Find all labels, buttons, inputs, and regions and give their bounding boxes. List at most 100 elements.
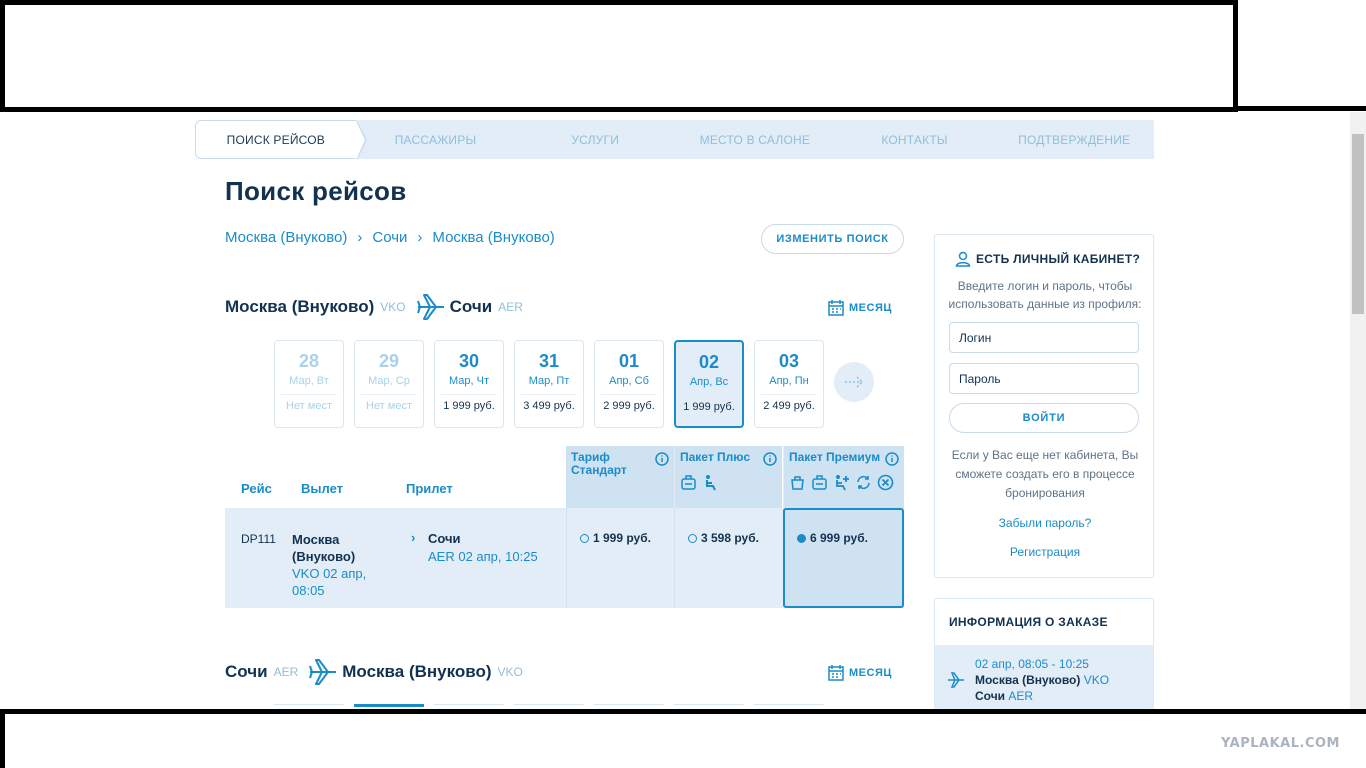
date-price: Нет мест [365, 400, 412, 412]
step-label: МЕСТО В САЛОНЕ [699, 132, 811, 147]
date-day: Апр, Вс [689, 376, 729, 388]
step-services[interactable]: УСЛУГИ [515, 120, 676, 159]
col-flight: Рейс [241, 481, 272, 496]
calendar-icon [828, 300, 844, 316]
tariff-name: Тариф Стандарт [571, 450, 627, 477]
next-dates-button[interactable] [834, 362, 874, 402]
radio-button[interactable] [580, 534, 589, 544]
route-from[interactable]: Москва (Внуково) [225, 229, 347, 246]
step-label: КОНТАКТЫ [881, 132, 948, 147]
order-info-panel: ИНФОРМАЦИЯ О ЗАКАЗЕ 02 апр, 08:05 - 10:2… [934, 598, 1154, 710]
step-confirmation[interactable]: ПОДТВЕРЖДЕНИЕ [994, 120, 1155, 159]
order-from: Москва (Внуково) VKO [975, 673, 1109, 687]
plane-icon [416, 294, 444, 320]
date-day: Мар, Вт [289, 375, 329, 387]
date-card[interactable]: 31 Мар, Пт 3 499 руб. [514, 340, 584, 428]
date-price: 2 499 руб. [763, 400, 815, 412]
leg-outbound-header: Москва (Внуково) VKO Сочи AER [225, 292, 529, 322]
plane-icon [948, 672, 964, 688]
date-price: 2 999 руб. [603, 400, 655, 412]
price-standard[interactable]: 1 999 руб. [566, 508, 674, 608]
step-contacts[interactable]: КОНТАКТЫ [834, 120, 995, 159]
redaction-line [1238, 106, 1366, 111]
date-price: 1 999 руб. [443, 400, 495, 412]
month-link[interactable]: МЕСЯЦ [828, 665, 892, 681]
date-card-selected[interactable]: 02 Апр, Вс 1 999 руб. [674, 340, 744, 428]
change-search-button[interactable]: ИЗМЕНИТЬ ПОИСК [761, 224, 904, 254]
date-card[interactable]: 30 Мар, Чт 1 999 руб. [434, 340, 504, 428]
route-via[interactable]: Сочи [372, 229, 407, 246]
leg-return-header: Сочи AER Москва (Внуково) VKO [225, 657, 529, 687]
date-number: 30 [458, 351, 480, 371]
login-button[interactable]: ВОЙТИ [949, 403, 1139, 433]
date-day: Мар, Пт [528, 375, 570, 387]
radio-button-selected[interactable] [797, 534, 806, 544]
col-arrive: Прилет [406, 481, 453, 496]
info-icon[interactable] [655, 452, 669, 466]
price-value: 6 999 руб. [810, 531, 868, 545]
leg-to: Сочи [449, 297, 493, 316]
login-field[interactable] [949, 322, 1139, 353]
step-search[interactable]: ПОИСК РЕЙСОВ [195, 120, 367, 160]
scroll-thumb[interactable] [1352, 134, 1364, 314]
register-link[interactable]: Регистрация [935, 545, 1155, 559]
order-time: 02 апр, 08:05 - 10:25 [975, 657, 1089, 671]
step-label: УСЛУГИ [571, 132, 620, 147]
refresh-icon [857, 475, 870, 490]
login-description: Введите логин и пароль, чтобы использова… [948, 279, 1142, 311]
leg-to-code: VKO [497, 665, 523, 679]
redaction-box-top [0, 0, 1238, 112]
scrollbar[interactable] [1350, 112, 1366, 709]
login-note: Если у Вас еще нет кабинета, Вы сможете … [951, 448, 1139, 500]
baggage-icon [812, 475, 827, 490]
date-card[interactable]: 29 Мар, Ср Нет мест [354, 340, 424, 428]
flights-table-header: Рейс Вылет Прилет Тариф Стандарт Пакет П… [225, 446, 904, 508]
seat-icon [706, 475, 716, 491]
info-icon[interactable] [885, 452, 899, 466]
leg-from: Сочи [225, 662, 268, 681]
tariff-plus: Пакет Плюс [674, 446, 782, 508]
login-title: ЕСТЬ ЛИЧНЫЙ КАБИНЕТ? [955, 251, 1140, 267]
order-to: Сочи AER [975, 689, 1033, 703]
price-plus[interactable]: 3 598 руб. [674, 508, 782, 608]
leg-from-code: AER [273, 665, 299, 679]
info-icon[interactable] [763, 452, 777, 466]
step-passengers[interactable]: ПАССАЖИРЫ [355, 120, 516, 159]
forgot-password-link[interactable]: Забыли пароль? [935, 516, 1155, 530]
login-panel: ЕСТЬ ЛИЧНЫЙ КАБИНЕТ? Введите логин и пар… [934, 234, 1154, 578]
step-label: ПАССАЖИРЫ [394, 132, 477, 147]
arrival-city: Сочи [428, 531, 461, 546]
leg-to: Москва (Внуково) [342, 662, 492, 681]
order-from-city: Москва (Внуково) [975, 673, 1081, 687]
leg-from: Москва (Внуково) [225, 297, 375, 316]
month-label: МЕСЯЦ [849, 667, 892, 679]
date-day: Апр, Пн [769, 375, 809, 387]
route-to[interactable]: Москва (Внуково) [432, 229, 554, 246]
flight-number: DP111 [241, 532, 276, 546]
password-field[interactable] [949, 363, 1139, 394]
date-card[interactable]: 01 Апр, Сб 2 999 руб. [594, 340, 664, 428]
tariff-standard: Тариф Стандарт [566, 446, 674, 508]
step-label: ПОИСК РЕЙСОВ [226, 132, 326, 147]
date-price: Нет мест [285, 400, 332, 412]
step-label: ПОДТВЕРЖДЕНИЕ [1018, 132, 1131, 147]
arrival-detail: AER 02 апр, 10:25 [428, 549, 538, 564]
radio-button[interactable] [688, 534, 697, 544]
price-value: 1 999 руб. [593, 531, 651, 545]
tariff-premium: Пакет Премиум [783, 446, 904, 508]
month-link[interactable]: МЕСЯЦ [828, 300, 892, 316]
date-card[interactable]: 28 Мар, Вт Нет мест [274, 340, 344, 428]
price-premium-selected[interactable]: 6 999 руб. [783, 508, 904, 608]
step-seat[interactable]: МЕСТО В САЛОНЕ [675, 120, 835, 159]
hand-luggage-icon [791, 476, 804, 490]
flight-row[interactable]: DP111 Москва (Внуково) VKO 02 апр, 08:05… [225, 508, 904, 608]
route-breadcrumb: Москва (Внуково) › Сочи › Москва (Внуков… [225, 229, 555, 246]
date-number: 02 [698, 352, 720, 372]
route-separator: › [357, 229, 363, 246]
date-day: Апр, Сб [609, 375, 649, 387]
login-title-text: ЕСТЬ ЛИЧНЫЙ КАБИНЕТ? [976, 252, 1141, 266]
date-card[interactable]: 03 Апр, Пн 2 499 руб. [754, 340, 824, 428]
order-to-code: AER [1008, 689, 1034, 703]
date-number: 28 [298, 351, 320, 371]
seat-plus-icon [836, 475, 849, 491]
